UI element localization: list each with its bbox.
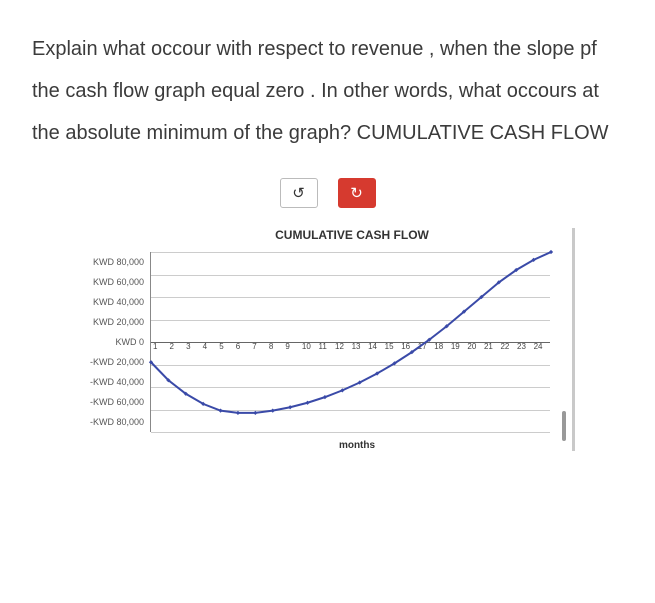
y-tick: -KWD 40,000 [80, 372, 144, 392]
y-tick: KWD 40,000 [80, 292, 144, 312]
plot-area: 1 2 3 4 5 6 7 8 9 10 11 12 13 14 15 16 1… [150, 252, 550, 432]
y-tick: KWD 20,000 [80, 312, 144, 332]
chart-container: CUMULATIVE CASH FLOW KWD 80,000 KWD 60,0… [80, 228, 575, 451]
undo-button[interactable]: ↺ [280, 178, 318, 208]
chart-line [151, 252, 551, 432]
y-tick: -KWD 20,000 [80, 352, 144, 372]
y-axis: KWD 80,000 KWD 60,000 KWD 40,000 KWD 20,… [80, 252, 150, 432]
y-tick: KWD 80,000 [80, 252, 144, 272]
y-tick: -KWD 60,000 [80, 392, 144, 412]
redo-button[interactable]: ↻ [338, 178, 376, 208]
scrollbar-indicator [562, 411, 566, 441]
y-tick: -KWD 80,000 [80, 412, 144, 432]
redo-icon: ↻ [350, 184, 363, 202]
question-text: Explain what occour with respect to reve… [32, 28, 623, 154]
chart-title: CUMULATIVE CASH FLOW [140, 228, 564, 242]
button-row: ↺ ↻ [32, 178, 623, 208]
y-tick: KWD 0 [80, 332, 144, 352]
undo-icon: ↺ [292, 184, 305, 202]
y-tick: KWD 60,000 [80, 272, 144, 292]
x-axis-title: months [150, 440, 564, 451]
